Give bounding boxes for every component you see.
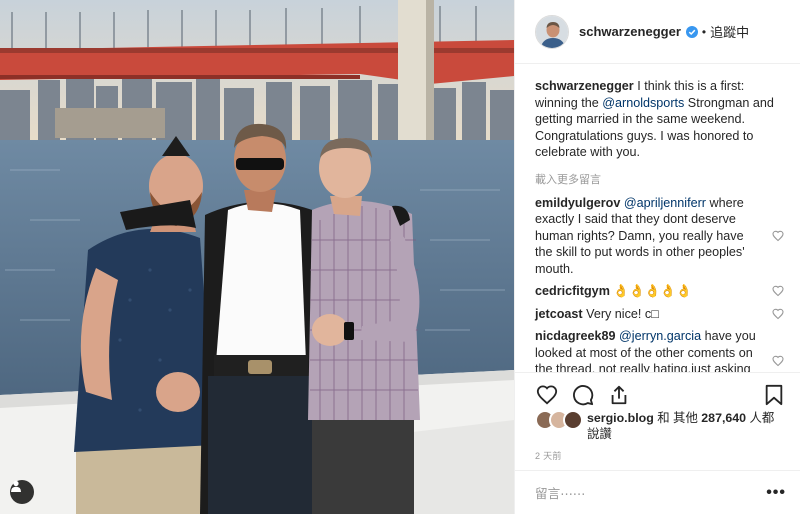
comment-item: cedricfitgym 👌👌👌👌👌 [535, 283, 786, 300]
likes-count[interactable]: 287,640 [701, 411, 746, 425]
share-button[interactable] [607, 383, 631, 407]
liker-username[interactable]: sergio.blog [587, 411, 654, 425]
header-username[interactable]: schwarzenegger [579, 24, 681, 39]
comment-item: nicdagreek89 @jerryn.garcia have you loo… [535, 328, 786, 372]
comment-username[interactable]: jetcoast [535, 307, 583, 321]
comment-username[interactable]: nicdagreek89 [535, 329, 616, 343]
post-timestamp[interactable]: 2 天前 [535, 449, 562, 462]
comment-text: 👌👌👌👌👌 [609, 284, 692, 298]
post-photo[interactable] [0, 0, 514, 514]
comment-like-heart-icon[interactable] [772, 308, 784, 320]
liker-avatar [563, 410, 583, 430]
add-comment-bar: 留言⋯⋯ ••• [515, 470, 800, 514]
heart-icon [536, 384, 558, 405]
comment-username[interactable]: emildyulgerov [535, 196, 620, 210]
comment-bubble-icon [573, 384, 594, 405]
profile-picture [536, 15, 568, 48]
share-upload-icon [611, 385, 627, 404]
comment-mention[interactable]: @jerryn.garcia [619, 329, 701, 343]
likes-connector: 和 其他 [653, 411, 702, 425]
comment-button[interactable] [571, 383, 595, 407]
bookmark-icon [765, 384, 783, 405]
verified-badge-icon [685, 25, 698, 38]
comments-section[interactable]: schwarzenegger I think this is a first: … [515, 65, 800, 372]
save-button[interactable] [762, 383, 786, 407]
comment-like-heart-icon[interactable] [772, 230, 784, 242]
load-more-comments-button[interactable]: 載入更多留言 [535, 171, 786, 187]
comment-username[interactable]: cedricfitgym [535, 284, 610, 298]
user-icon [11, 480, 21, 492]
caption-mention[interactable]: @arnoldsports [602, 96, 684, 110]
comment-item: jetcoast Very nice! c□ [535, 306, 786, 323]
likes-summary: sergio.blog 和 其他 287,640 人都說讚 [535, 410, 786, 442]
post-caption: schwarzenegger I think this is a first: … [535, 78, 786, 161]
comment-like-heart-icon[interactable] [772, 285, 784, 297]
avatar[interactable] [535, 14, 569, 49]
post-header: schwarzenegger • 追蹤中 [515, 0, 800, 64]
header-separator: • [701, 24, 707, 39]
comment-item: emildyulgerov @apriljenniferr where exac… [535, 195, 786, 278]
likes-text: sergio.blog 和 其他 287,640 人都說讚 [585, 410, 786, 442]
more-options-button[interactable]: ••• [766, 484, 786, 502]
photo-illustration [0, 0, 514, 514]
comment-input[interactable]: 留言⋯⋯ [535, 483, 766, 502]
post-side-panel: schwarzenegger • 追蹤中 schwarzenegger I th… [514, 0, 800, 514]
liker-avatars[interactable] [535, 410, 585, 430]
comment-like-heart-icon[interactable] [772, 355, 784, 367]
comment-mention[interactable]: @apriljenniferr [624, 196, 706, 210]
instagram-post: schwarzenegger • 追蹤中 schwarzenegger I th… [0, 0, 800, 514]
caption-username[interactable]: schwarzenegger [535, 79, 634, 93]
following-button[interactable]: 追蹤中 [710, 22, 749, 41]
comment-text: Very nice! c□ [582, 306, 659, 321]
tagged-people-button[interactable] [10, 480, 34, 504]
like-button[interactable] [535, 383, 559, 407]
